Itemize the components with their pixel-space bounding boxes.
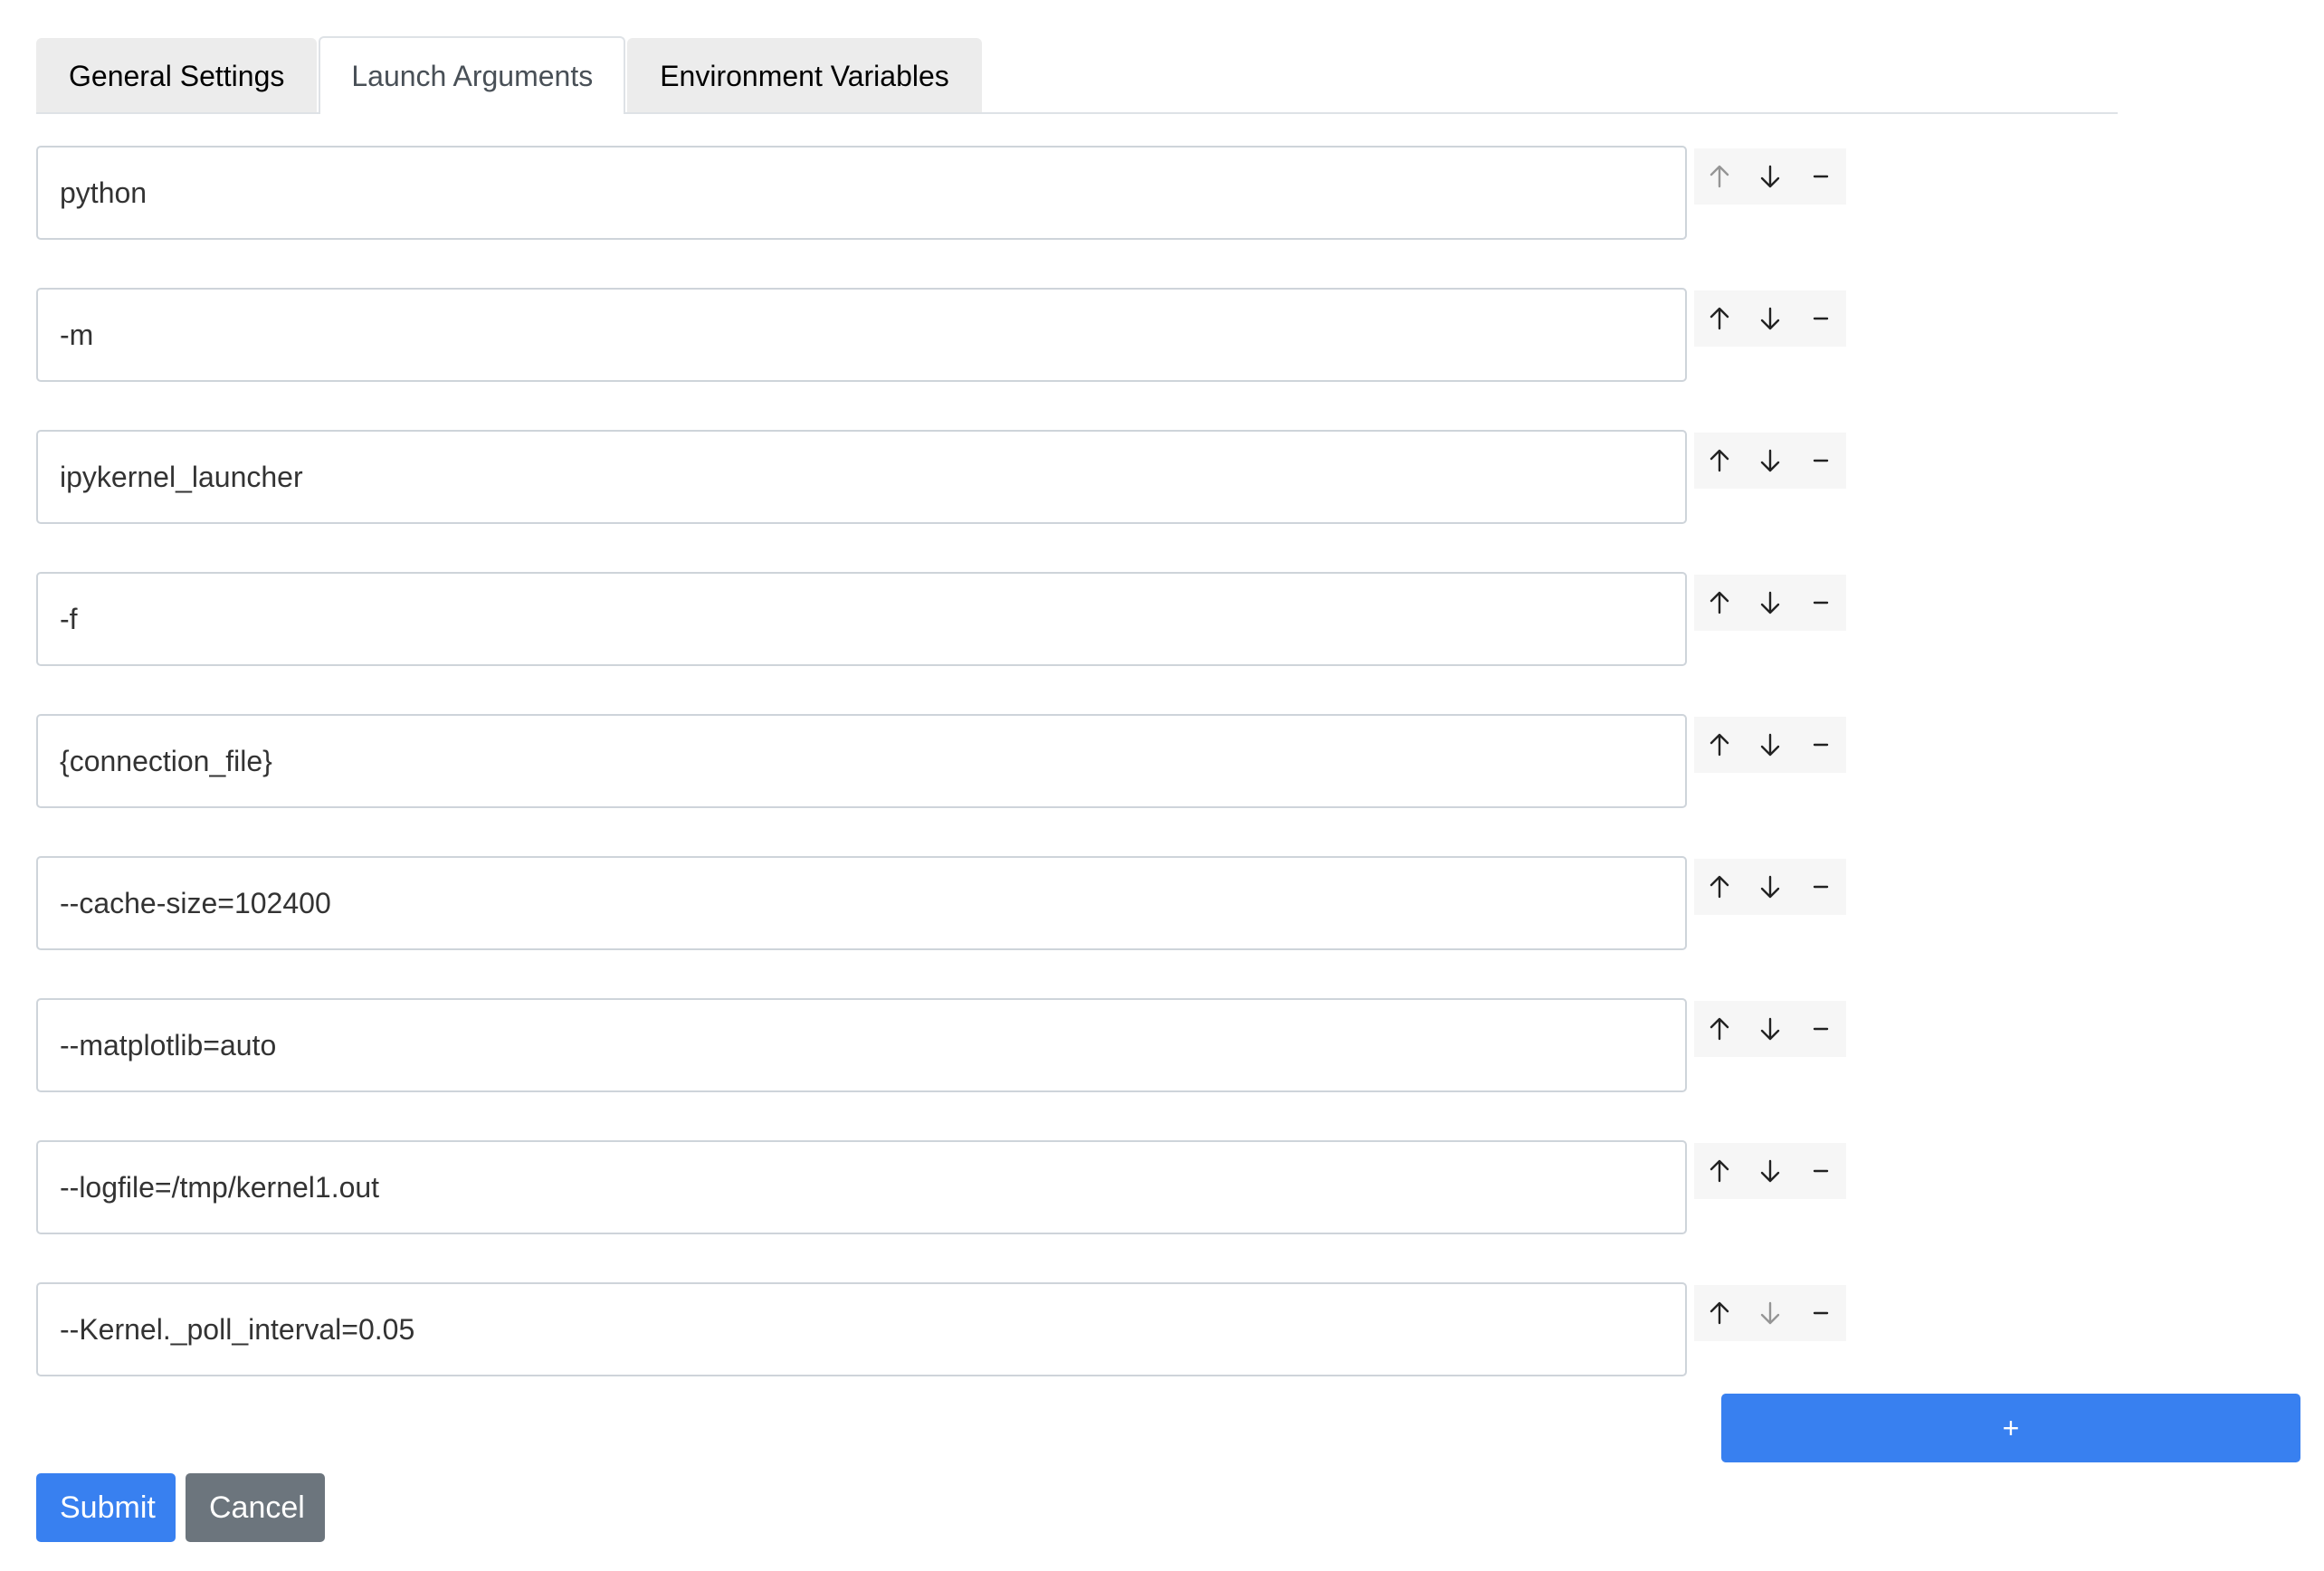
- move-up-button[interactable]: [1694, 1143, 1745, 1199]
- arrow-up-icon: [1709, 1301, 1730, 1325]
- minus-icon: [1813, 884, 1829, 890]
- minus-icon: [1813, 174, 1829, 179]
- move-up-button[interactable]: [1694, 290, 1745, 347]
- form-footer: Submit Cancel: [36, 1473, 335, 1542]
- arrow-down-icon: [1759, 307, 1781, 330]
- remove-argument-button[interactable]: [1795, 1001, 1846, 1057]
- arrow-down-icon: [1759, 1017, 1781, 1041]
- remove-argument-button[interactable]: [1795, 575, 1846, 631]
- argument-input[interactable]: [36, 1140, 1687, 1234]
- argument-row-controls: [1694, 575, 1846, 631]
- argument-row-controls: [1694, 148, 1846, 205]
- argument-row-controls: [1694, 1143, 1846, 1199]
- argument-row-controls: [1694, 1285, 1846, 1341]
- argument-input[interactable]: [36, 146, 1687, 240]
- cancel-button[interactable]: Cancel: [186, 1473, 325, 1542]
- argument-row-controls: [1694, 290, 1846, 347]
- minus-icon: [1813, 316, 1829, 321]
- arrow-up-icon: [1709, 875, 1730, 899]
- argument-row-controls: [1694, 1001, 1846, 1057]
- tab-general-settings[interactable]: General Settings: [36, 38, 318, 112]
- move-down-button[interactable]: [1745, 717, 1795, 773]
- move-up-button[interactable]: [1694, 859, 1745, 915]
- move-up-button[interactable]: [1694, 148, 1745, 205]
- argument-input[interactable]: [36, 430, 1687, 524]
- minus-icon: [1813, 742, 1829, 747]
- argument-row-controls: [1694, 717, 1846, 773]
- remove-argument-button[interactable]: [1795, 290, 1846, 347]
- argument-row-controls: [1694, 859, 1846, 915]
- move-down-button[interactable]: [1745, 1285, 1795, 1341]
- move-down-button[interactable]: [1745, 148, 1795, 205]
- arrow-up-icon: [1709, 1159, 1730, 1183]
- tab-bar: General Settings Launch Arguments Enviro…: [36, 36, 2118, 114]
- move-down-button[interactable]: [1745, 433, 1795, 489]
- move-down-button[interactable]: [1745, 1143, 1795, 1199]
- move-up-button[interactable]: [1694, 433, 1745, 489]
- arrow-up-icon: [1709, 1017, 1730, 1041]
- remove-argument-button[interactable]: [1795, 1143, 1846, 1199]
- minus-icon: [1813, 1168, 1829, 1174]
- minus-icon: [1813, 1026, 1829, 1032]
- arrow-up-icon: [1709, 733, 1730, 757]
- argument-input[interactable]: [36, 1282, 1687, 1376]
- argument-input[interactable]: [36, 998, 1687, 1092]
- move-down-button[interactable]: [1745, 575, 1795, 631]
- remove-argument-button[interactable]: [1795, 859, 1846, 915]
- arrow-down-icon: [1759, 591, 1781, 614]
- move-up-button[interactable]: [1694, 575, 1745, 631]
- move-down-button[interactable]: [1745, 1001, 1795, 1057]
- arrow-down-icon: [1759, 449, 1781, 472]
- move-up-button[interactable]: [1694, 1285, 1745, 1341]
- tab-launch-arguments[interactable]: Launch Arguments: [319, 36, 626, 114]
- kernel-spec-editor: General Settings Launch Arguments Enviro…: [0, 0, 2324, 1571]
- arrow-down-icon: [1759, 165, 1781, 188]
- argument-input[interactable]: [36, 572, 1687, 666]
- arrow-up-icon: [1709, 165, 1730, 188]
- remove-argument-button[interactable]: [1795, 1285, 1846, 1341]
- arrow-up-icon: [1709, 449, 1730, 472]
- remove-argument-button[interactable]: [1795, 717, 1846, 773]
- remove-argument-button[interactable]: [1795, 148, 1846, 205]
- argument-input[interactable]: [36, 714, 1687, 808]
- argument-row-controls: [1694, 433, 1846, 489]
- minus-icon: [1813, 458, 1829, 463]
- move-down-button[interactable]: [1745, 290, 1795, 347]
- arrow-down-icon: [1759, 875, 1781, 899]
- tab-environment-variables[interactable]: Environment Variables: [627, 38, 982, 112]
- move-down-button[interactable]: [1745, 859, 1795, 915]
- submit-button[interactable]: Submit: [36, 1473, 176, 1542]
- arrow-up-icon: [1709, 591, 1730, 614]
- arrow-down-icon: [1759, 1159, 1781, 1183]
- move-up-button[interactable]: [1694, 1001, 1745, 1057]
- move-up-button[interactable]: [1694, 717, 1745, 773]
- argument-input[interactable]: [36, 288, 1687, 382]
- arrow-down-icon: [1759, 1301, 1781, 1325]
- minus-icon: [1813, 600, 1829, 605]
- arrow-down-icon: [1759, 733, 1781, 757]
- arrow-up-icon: [1709, 307, 1730, 330]
- argument-input[interactable]: [36, 856, 1687, 950]
- remove-argument-button[interactable]: [1795, 433, 1846, 489]
- minus-icon: [1813, 1310, 1829, 1316]
- add-argument-button[interactable]: +: [1721, 1394, 2300, 1462]
